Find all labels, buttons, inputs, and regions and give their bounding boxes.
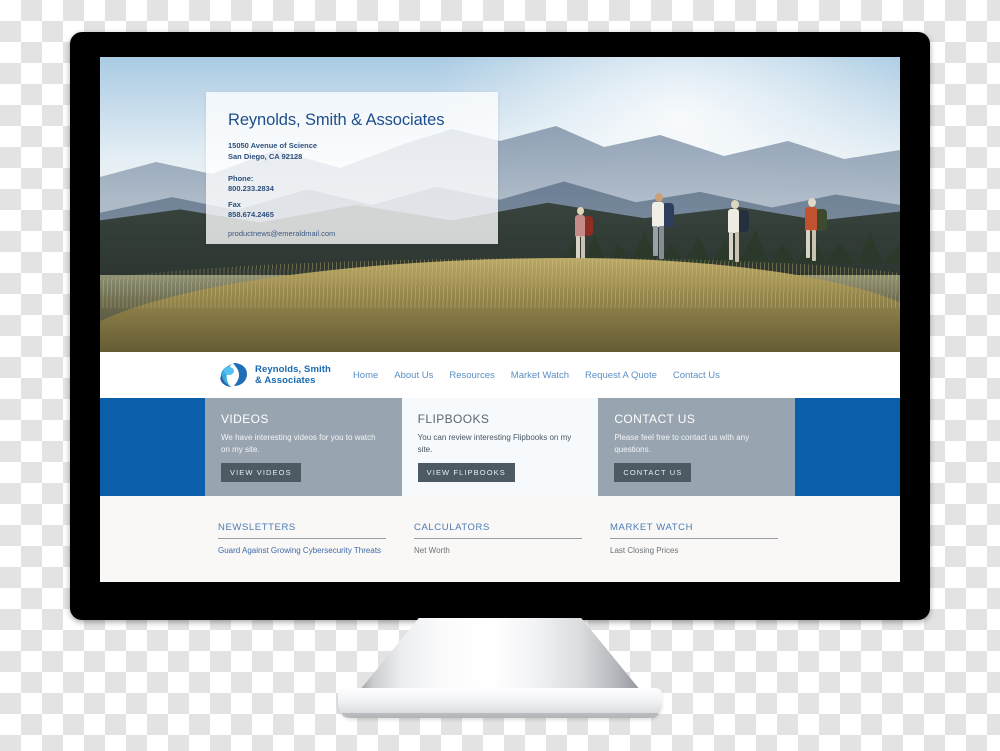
hiker-leg xyxy=(811,230,816,262)
divider xyxy=(610,538,778,539)
hiker-torso xyxy=(575,215,586,238)
hiker-leg xyxy=(653,226,659,257)
divider xyxy=(218,538,386,539)
hiker-leg xyxy=(735,232,739,263)
hiker-head xyxy=(655,193,664,203)
nav-item-home[interactable]: Home xyxy=(353,370,378,381)
monitor-screen: Reynolds, Smith & Associates 15050 Avenu… xyxy=(100,57,900,582)
address-block: 15050 Avenue of Science San Diego, CA 92… xyxy=(228,141,476,163)
card-videos: VIDEOS We have interesting videos for yo… xyxy=(205,398,402,496)
nav-item-market-watch[interactable]: Market Watch xyxy=(511,370,569,381)
column-calculators-title: CALCULATORS xyxy=(414,522,490,533)
phone-row: Phone: 800.233.2834 xyxy=(228,174,476,194)
hiker-torso xyxy=(652,202,665,228)
hiker-head xyxy=(807,198,816,208)
right-accent-band xyxy=(795,398,900,496)
contact-us-button[interactable]: CONTACT US xyxy=(614,463,692,483)
hiker-leg xyxy=(659,226,665,260)
column-calculators: CALCULATORS Net Worth xyxy=(414,522,610,582)
divider xyxy=(414,538,582,539)
grass-hill xyxy=(100,257,900,352)
page-title: Reynolds, Smith & Associates xyxy=(228,111,445,129)
hiker-leg xyxy=(805,230,810,259)
hiker-head xyxy=(731,200,739,210)
swoosh-bird-logo-icon xyxy=(218,361,248,389)
hiker-leg xyxy=(729,232,733,261)
address-line-1: 15050 Avenue of Science xyxy=(228,141,318,150)
brand-logo[interactable]: Reynolds, Smith & Associates xyxy=(218,361,331,389)
left-accent-band xyxy=(100,398,205,496)
lower-content-columns: NEWSLETTERS Guard Against Growing Cybers… xyxy=(100,496,900,582)
nav-links: Home About Us Resources Market Watch Req… xyxy=(353,370,720,381)
card-contact-us-description: Please feel free to contact us with any … xyxy=(614,433,750,454)
fax-value: 858.674.2465 xyxy=(228,210,274,220)
site-navigation-bar: Reynolds, Smith & Associates Home About … xyxy=(100,352,900,398)
view-flipbooks-button[interactable]: VIEW FLIPBOOKS xyxy=(417,463,515,483)
column-newsletters: NEWSLETTERS Guard Against Growing Cybers… xyxy=(218,522,414,582)
phone-value: 800.233.2834 xyxy=(228,183,274,193)
market-watch-link[interactable]: Last Closing Prices xyxy=(610,546,806,555)
hikers-group xyxy=(564,140,884,276)
brand-name: Reynolds, Smith & Associates xyxy=(255,364,331,387)
hero-banner-image: Reynolds, Smith & Associates 15050 Avenu… xyxy=(100,57,900,352)
card-videos-description: We have interesting videos for you to wa… xyxy=(221,433,376,454)
hiker-torso xyxy=(804,207,817,232)
card-contact-us-title: CONTACT US xyxy=(614,412,696,426)
fax-label: Fax xyxy=(228,200,241,209)
nav-item-resources[interactable]: Resources xyxy=(449,370,494,381)
card-flipbooks-description: You can review interesting Flipbooks on … xyxy=(417,433,572,454)
address-line-2: San Diego, CA 92128 xyxy=(228,151,303,161)
fax-row: Fax 858.674.2465 xyxy=(228,200,476,220)
brand-name-line1: Reynolds, Smith xyxy=(255,363,331,375)
feature-cards-row: VIDEOS We have interesting videos for yo… xyxy=(100,398,900,496)
brand-name-line2: & Associates xyxy=(255,375,316,386)
newsletter-article-link[interactable]: Guard Against Growing Cybersecurity Thre… xyxy=(218,546,414,555)
monitor-stand-neck xyxy=(355,618,645,696)
card-videos-title: VIDEOS xyxy=(221,412,269,426)
column-market-watch-title: MARKET WATCH xyxy=(610,522,694,533)
hiker-head xyxy=(577,207,585,216)
card-flipbooks-title: FLIPBOOKS xyxy=(417,412,490,426)
hiker-torso xyxy=(728,209,739,234)
nav-item-request-a-quote[interactable]: Request A Quote xyxy=(585,370,657,381)
card-contact-us: CONTACT US Please feel free to contact u… xyxy=(598,398,796,496)
nav-item-contact-us[interactable]: Contact Us xyxy=(673,370,720,381)
monitor-stand-base xyxy=(338,688,662,718)
column-market-watch: MARKET WATCH Last Closing Prices xyxy=(610,522,806,582)
phone-label: Phone: xyxy=(228,173,254,183)
nav-item-about-us[interactable]: About Us xyxy=(394,370,433,381)
email-link[interactable]: productnews@emeraldmail.com xyxy=(228,229,476,238)
hiker-backpack xyxy=(738,210,749,233)
hero-contact-card: Reynolds, Smith & Associates 15050 Avenu… xyxy=(206,92,498,244)
calculator-link[interactable]: Net Worth xyxy=(414,546,610,555)
card-flipbooks: FLIPBOOKS You can review interesting Fli… xyxy=(401,398,599,496)
mockup-stage: Reynolds, Smith & Associates 15050 Avenu… xyxy=(0,0,1000,751)
column-newsletters-title: NEWSLETTERS xyxy=(218,522,296,533)
view-videos-button[interactable]: VIEW VIDEOS xyxy=(221,463,301,483)
